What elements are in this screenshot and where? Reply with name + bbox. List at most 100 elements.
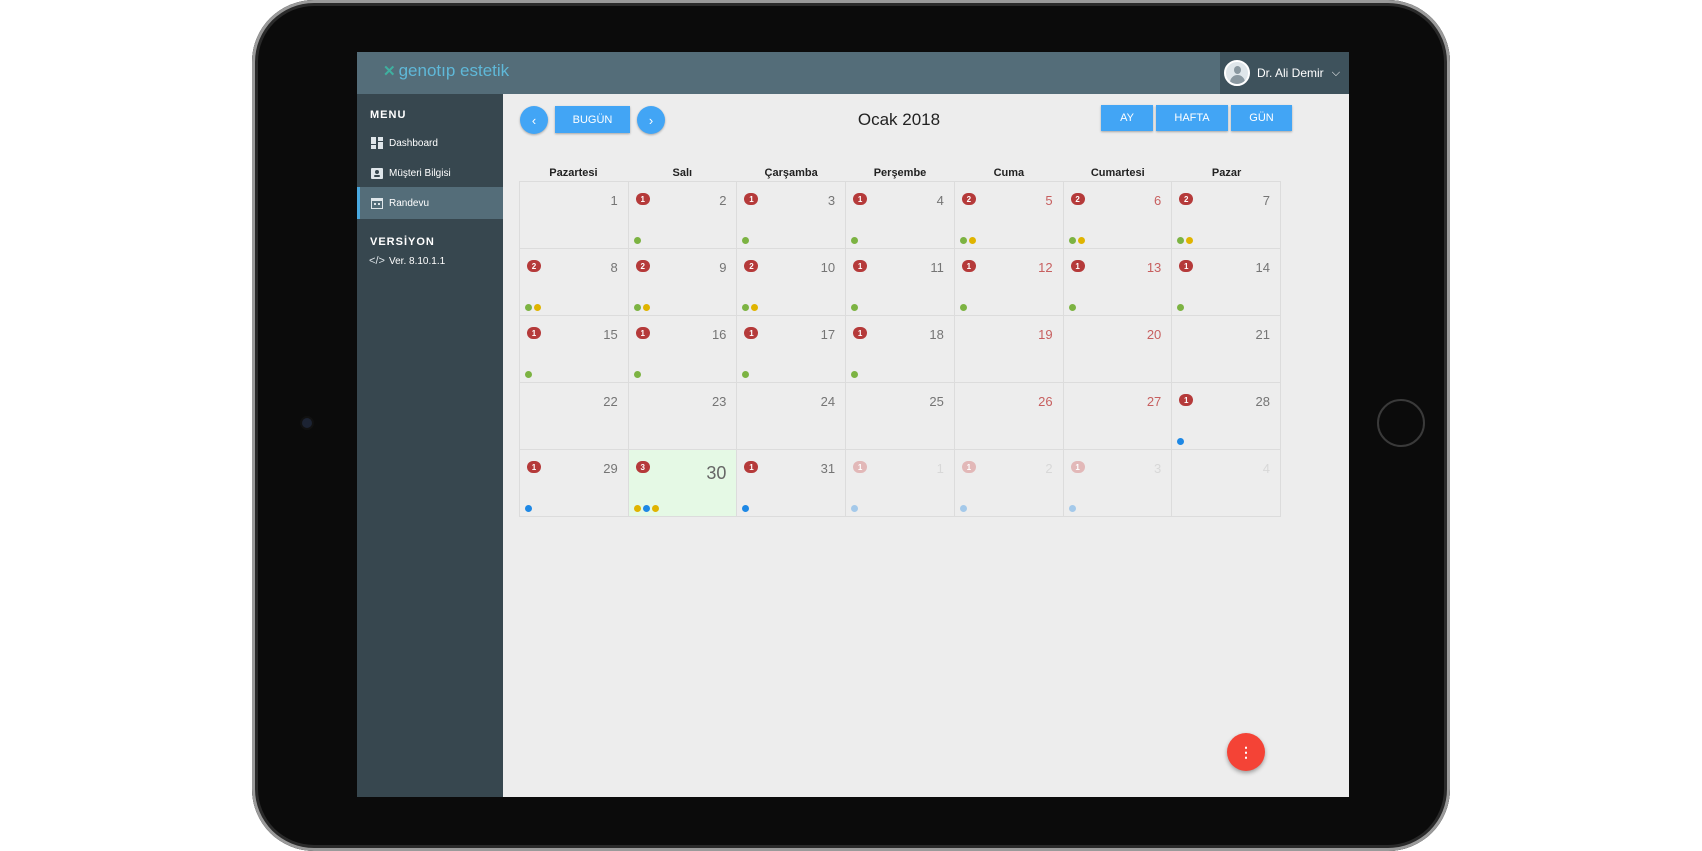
sidebar-item-label: Dashboard [389,137,438,149]
calendar-day-cell[interactable]: 11 [846,450,955,517]
day-number: 28 [1255,394,1270,409]
event-dots [633,505,659,512]
sidebar-item-musteri-bilgisi[interactable]: Müşteri Bilgisi [357,157,503,189]
event-dots [1177,237,1194,244]
sidebar-item-dashboard[interactable]: Dashboard [357,127,503,159]
calendar-day-cell[interactable]: 14 [846,182,955,249]
calendar-day-cell[interactable]: 1 13 [1063,249,1173,316]
code-icon: </> [369,255,385,267]
event-dot-green [959,304,967,311]
appointment-count-badge: 1 [853,327,868,339]
calendar-day-cell[interactable]: 1 18 [846,316,955,383]
calendar-day-cell[interactable]: 27 [1063,383,1173,450]
event-dots [1068,237,1085,244]
appointment-count-badge: 1 [527,461,541,473]
calendar-day-cell[interactable]: 25 [954,182,1064,249]
event-dot-blue [1068,505,1076,512]
event-dot-green [633,304,641,311]
appointment-count-badge: 1 [1070,461,1085,473]
day-number: 20 [1146,327,1162,342]
calendar-day-cell[interactable]: 24 [737,383,847,450]
calendar-day-cell[interactable]: 1 31 [737,450,847,517]
event-dots [851,371,859,378]
day-number: 31 [820,461,836,476]
event-dot-blue [742,505,750,512]
event-dot-green [742,237,750,244]
calendar-day-cell[interactable]: 28 [520,249,629,316]
calendar-day-cell[interactable]: 26 [1063,182,1173,249]
event-dot-yellow [751,304,759,311]
calendar-day-cell[interactable]: 1 [520,182,629,249]
day-number: 10 [820,260,836,275]
appointment-count-badge: 2 [635,260,650,272]
view-week-button[interactable]: HAFTA [1156,105,1228,131]
event-dot-green [1068,304,1076,311]
event-dots [525,304,541,311]
calendar-day-cell[interactable]: 1 14 [1172,249,1281,316]
calendar-day-cell[interactable]: 1 12 [954,249,1064,316]
day-number: 1 [936,461,944,476]
calendar-icon [371,197,383,209]
sidebar-item-randevu[interactable]: Randevu [357,187,503,219]
day-number: 2 [719,193,727,208]
user-menu[interactable]: Dr. Ali Demir ⌵ [1220,52,1349,94]
event-dot-blue [851,505,859,512]
calendar-day-cell[interactable]: 26 [954,383,1064,450]
calendar-day-cell[interactable]: 1 11 [846,249,955,316]
calendar-day-cell[interactable]: 12 [954,450,1064,517]
next-month-button[interactable]: › [637,106,665,134]
home-button[interactable] [1377,399,1425,447]
view-month-button[interactable]: AY [1101,105,1153,131]
view-day-button[interactable]: GÜN [1231,105,1292,131]
calendar-day-cell[interactable]: 22 [520,383,629,450]
logo-mark-icon: ✕ [383,63,396,80]
appointment-count-badge: 2 [744,260,759,272]
appointment-count-badge: 1 [1179,260,1194,272]
calendar-day-cell[interactable]: 12 [628,182,738,249]
event-dots [959,304,967,311]
calendar-day-cell[interactable]: 1 17 [737,316,847,383]
calendar-day-cell[interactable]: 3 30 [628,450,738,517]
user-name: Dr. Ali Demir [1257,66,1324,80]
event-dot-green [959,237,967,244]
calendar-day-cell[interactable]: 2 10 [737,249,847,316]
menu-heading: MENU [370,109,407,121]
today-button[interactable]: BUGÜN [555,106,630,133]
calendar-day-cell[interactable]: 27 [1172,182,1281,249]
calendar-day-cell[interactable]: 4 [1172,450,1281,517]
calendar-day-cell[interactable]: 1 28 [1172,383,1281,450]
calendar-day-cell[interactable]: 25 [846,383,955,450]
chevron-right-icon: › [648,112,654,128]
event-dot-green [525,371,532,378]
appointment-count-badge: 1 [853,260,868,272]
fab-more-button[interactable]: ⋮ [1227,733,1265,771]
event-dot-yellow [1186,237,1194,244]
logo[interactable]: ✕ genotıp estetik [383,61,509,81]
event-dot-green [851,371,859,378]
avatar [1224,60,1250,86]
calendar-day-cell[interactable]: 1 15 [520,316,629,383]
appointment-count-badge: 1 [853,193,868,205]
calendar-day-cell[interactable]: 13 [1063,450,1173,517]
calendar-grid: 1 1 2 1 3 1 4 2 5 2 6 2 7 2 8 2 9 2 10 1 11 1 12 1 13 1 14 1 15 1 16 1 1… [519,181,1281,517]
calendar-day-cell[interactable]: 21 [1172,316,1281,383]
calendar-day-cell[interactable]: 19 [954,316,1064,383]
event-dots [525,371,532,378]
calendar-day-cell[interactable]: 1 29 [520,450,629,517]
event-dots [851,304,859,311]
event-dot-yellow [651,505,659,512]
app-screen: ✕ genotıp estetik Dr. Ali Demir ⌵ MENU D… [357,52,1349,797]
day-number: 17 [820,327,836,342]
calendar-day-cell[interactable]: 29 [628,249,738,316]
calendar-day-cell[interactable]: 23 [628,383,738,450]
calendar-day-cell[interactable]: 13 [737,182,847,249]
calendar-day-cell[interactable]: 1 16 [628,316,738,383]
calendar-day-cell[interactable]: 20 [1063,316,1173,383]
version-info: </> Ver. 8.10.1.1 [357,245,503,277]
prev-month-button[interactable]: ‹ [520,106,548,134]
appointment-count-badge: 1 [961,461,976,473]
event-dots [633,237,641,244]
appointment-count-badge: 2 [1179,193,1194,205]
event-dot-green [1177,237,1185,244]
event-dots [633,371,641,378]
